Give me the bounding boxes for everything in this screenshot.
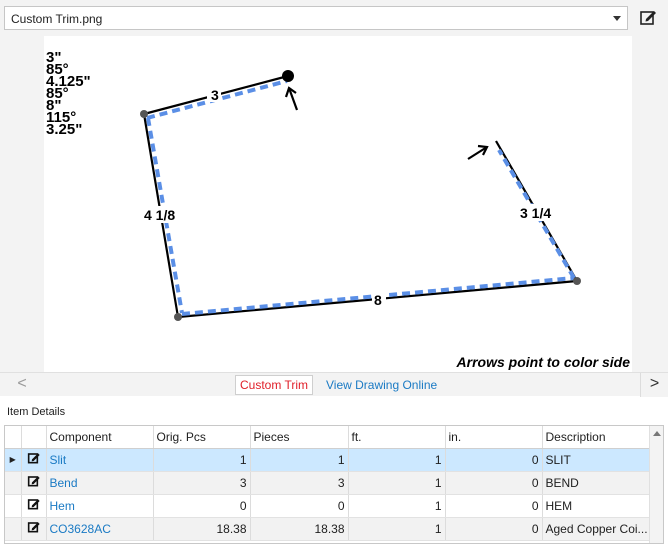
column-header[interactable]: ft. (348, 426, 446, 449)
row-indicator (5, 494, 22, 518)
vertex-point (140, 110, 148, 118)
trim-drawing: 3 4 1/8 8 3 1/4 (140, 70, 581, 321)
row-indicator (5, 517, 22, 541)
component-link[interactable]: Slit (46, 448, 154, 472)
item-details-title: Item Details (7, 406, 66, 418)
feet-cell[interactable]: 1 (348, 471, 446, 495)
segment-label-bottom: 8 (374, 292, 382, 308)
trim-specs: 3" 85° 4.125" 85° 8" 115° 3.25" (46, 50, 91, 138)
drawing-nav-bar: < Custom Trim View Drawing Online > (0, 372, 668, 397)
column-header[interactable]: in. (445, 426, 543, 449)
table-row[interactable]: Hem 0 0 1 0 HEM (5, 494, 656, 518)
orig-pcs-cell[interactable]: 0 (153, 494, 251, 518)
component-link[interactable]: Hem (46, 494, 154, 518)
view-drawing-online-link[interactable]: View Drawing Online (326, 377, 437, 393)
chevron-down-icon[interactable] (613, 16, 621, 21)
table-row[interactable]: Bend 3 3 1 0 BEND (5, 471, 656, 495)
edit-row-button[interactable] (21, 517, 47, 541)
edit-icon (27, 522, 40, 533)
segment-label-top: 3 (211, 87, 219, 103)
color-side-lines (146, 79, 576, 316)
scroll-right-button[interactable]: > (640, 373, 668, 397)
pieces-cell[interactable]: 18.38 (250, 517, 349, 541)
file-selector-value: Custom Trim.png (11, 12, 103, 26)
description-cell[interactable]: BEND (542, 471, 656, 495)
indicator-header (5, 426, 22, 449)
inches-cell[interactable]: 0 (445, 517, 543, 541)
pieces-cell[interactable]: 0 (250, 494, 349, 518)
drawing-panel: 3 4 1/8 8 3 1/4 3" 85° 4.125" 85° 8" 115… (0, 36, 668, 372)
feet-cell[interactable]: 1 (348, 448, 446, 472)
color-side-note: Arrows point to color side (456, 354, 630, 370)
column-header[interactable]: Pieces (250, 426, 349, 449)
row-indicator-icon: ▶ (5, 448, 22, 472)
orig-pcs-cell[interactable]: 1 (153, 448, 251, 472)
segment-label-left: 4 1/8 (144, 207, 175, 223)
feet-cell[interactable]: 1 (348, 494, 446, 518)
grid-vertical-scrollbar[interactable] (649, 426, 663, 543)
component-link[interactable]: Bend (46, 471, 154, 495)
file-toolbar: Custom Trim.png (0, 0, 668, 36)
description-cell[interactable]: Aged Copper Coi... (542, 517, 656, 541)
edit-row-button[interactable] (21, 494, 47, 518)
description-cell[interactable]: SLIT (542, 448, 656, 472)
edit-row-button[interactable] (21, 471, 47, 495)
start-point (282, 70, 294, 82)
table-row[interactable]: CO3628AC 18.38 18.38 1 0 Aged Copper Coi… (5, 517, 656, 541)
column-header[interactable]: Component (46, 426, 154, 449)
chevron-up-icon[interactable] (653, 431, 661, 436)
spec-line: 3.25" (46, 121, 83, 138)
color-side-arrow-icon (467, 144, 489, 160)
inches-cell[interactable]: 0 (445, 494, 543, 518)
vertex-point (573, 277, 581, 285)
column-header[interactable]: Description (542, 426, 656, 449)
edit-icon (27, 476, 40, 487)
custom-trim-tab[interactable]: Custom Trim (235, 375, 314, 395)
trim-drawing-canvas: 3 4 1/8 8 3 1/4 3" 85° 4.125" 85° 8" 115… (44, 36, 632, 372)
pieces-cell[interactable]: 1 (250, 448, 349, 472)
table-row[interactable]: ▶ Slit 1 1 1 0 SLIT (5, 448, 656, 472)
edit-icon (640, 11, 656, 25)
component-link[interactable]: CO3628AC (46, 517, 154, 541)
scroll-left-button[interactable]: < (4, 375, 40, 395)
edit-row-button[interactable] (21, 448, 47, 472)
inches-cell[interactable]: 0 (445, 471, 543, 495)
grid-header-row: Component Orig. Pcs Pieces ft. in. Descr… (5, 426, 656, 449)
inches-cell[interactable]: 0 (445, 448, 543, 472)
edit-header (21, 426, 47, 449)
file-selector[interactable]: Custom Trim.png (4, 6, 628, 30)
row-indicator (5, 471, 22, 495)
column-header[interactable]: Orig. Pcs (153, 426, 251, 449)
edit-icon (27, 499, 40, 510)
vertex-point (174, 313, 182, 321)
orig-pcs-cell[interactable]: 18.38 (153, 517, 251, 541)
segment-label-right: 3 1/4 (520, 205, 551, 221)
description-cell[interactable]: HEM (542, 494, 656, 518)
orig-pcs-cell[interactable]: 3 (153, 471, 251, 495)
item-details-grid: Component Orig. Pcs Pieces ft. in. Descr… (4, 425, 664, 544)
edit-icon (27, 453, 40, 464)
edit-drawing-button[interactable] (636, 6, 660, 30)
color-side-arrow-icon (284, 86, 299, 111)
pieces-cell[interactable]: 3 (250, 471, 349, 495)
feet-cell[interactable]: 1 (348, 517, 446, 541)
